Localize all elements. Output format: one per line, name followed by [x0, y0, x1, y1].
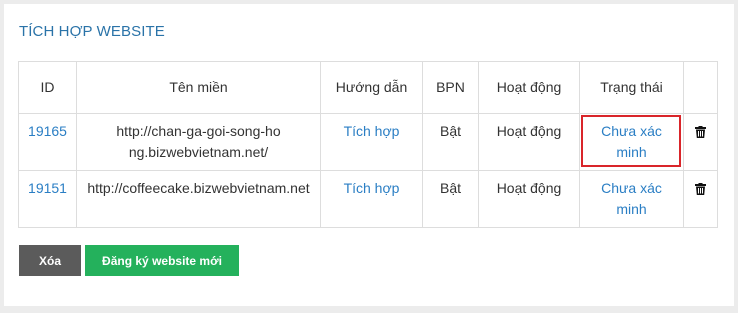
cell-activity: Hoạt động — [478, 170, 580, 228]
section-title: TÍCH HỢP WEBSITE — [19, 23, 165, 40]
cell-bpn: Bật — [422, 113, 479, 171]
trash-icon[interactable] — [695, 180, 706, 201]
cell-status: Chưa xác minh — [579, 113, 684, 171]
cell-guide: Tích hợp — [320, 113, 423, 171]
unverified-status-link[interactable]: Chưa xác minh — [597, 178, 667, 220]
header-guide: Hướng dẫn — [320, 61, 423, 114]
integrate-link[interactable]: Tích hợp — [344, 180, 400, 196]
table-header-row: ID Tên miền Hướng dẫn BPN Hoạt động Trạn… — [18, 61, 718, 114]
cell-status: Chưa xác minh — [579, 170, 684, 228]
cell-bpn: Bật — [422, 170, 479, 228]
header-status: Trạng thái — [579, 61, 684, 114]
table-row: 19151 http://coffeecake.bizwebvietnam.ne… — [18, 170, 718, 228]
header-id: ID — [18, 61, 77, 114]
domain-text: http://chan-ga-goi-song-hong.bizwebvietn… — [116, 123, 281, 160]
header-domain: Tên miền — [76, 61, 321, 114]
cell-actions — [683, 113, 718, 171]
domain-text: http://coffeecake.bizwebvietnam.net — [87, 180, 310, 196]
cell-id: 19151 — [18, 170, 77, 228]
website-id-link[interactable]: 19165 — [28, 123, 67, 139]
header-actions — [683, 61, 718, 114]
integrate-link[interactable]: Tích hợp — [344, 123, 400, 139]
register-website-button[interactable]: Đăng ký website mới — [85, 245, 239, 276]
cell-domain: http://coffeecake.bizwebvietnam.net — [76, 170, 321, 228]
cell-actions — [683, 170, 718, 228]
trash-icon[interactable] — [695, 123, 706, 144]
cell-guide: Tích hợp — [320, 170, 423, 228]
unverified-status-link[interactable]: Chưa xác minh — [597, 121, 667, 163]
table-row: 19165 http://chan-ga-goi-song-hong.bizwe… — [18, 113, 718, 171]
header-activity: Hoạt động — [478, 61, 580, 114]
websites-table: ID Tên miền Hướng dẫn BPN Hoạt động Trạn… — [18, 61, 718, 228]
cell-activity: Hoạt động — [478, 113, 580, 171]
website-id-link[interactable]: 19151 — [28, 180, 67, 196]
delete-button[interactable]: Xóa — [19, 245, 81, 276]
cell-domain: http://chan-ga-goi-song-hong.bizwebvietn… — [76, 113, 321, 171]
website-integration-panel: TÍCH HỢP WEBSITE ID Tên miền Hướng dẫn B… — [4, 4, 734, 306]
cell-id: 19165 — [18, 113, 77, 171]
header-bpn: BPN — [422, 61, 479, 114]
